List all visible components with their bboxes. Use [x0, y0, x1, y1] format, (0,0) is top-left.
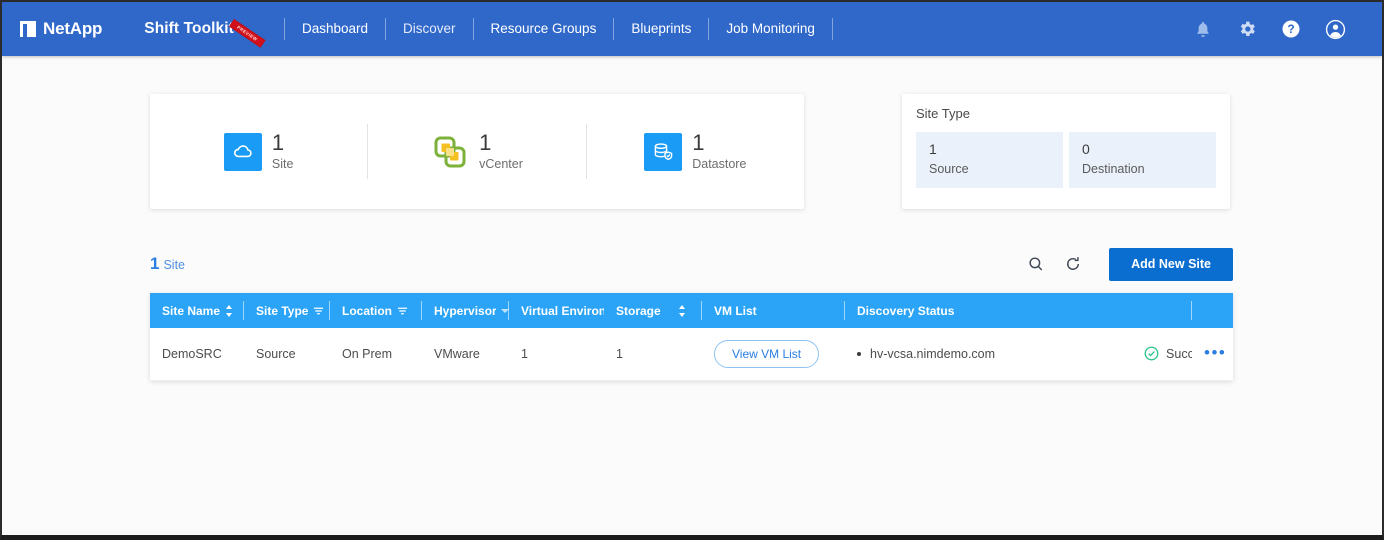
column-label-site-name: Site Name [162, 303, 221, 318]
site-type-destination-label: Destination [1082, 162, 1145, 176]
preview-ribbon-badge: PREVIEW [228, 18, 270, 48]
nav-link-discover[interactable]: Discover [386, 2, 473, 56]
site-type-source-box[interactable]: 1 Source [916, 132, 1063, 188]
nav-divider [831, 18, 833, 40]
cell-actions: ••• [1192, 328, 1233, 381]
refresh-icon[interactable] [1063, 254, 1083, 274]
app-title: Shift Toolkit [144, 20, 234, 37]
column-label-hypervisor: Hypervisor [434, 303, 496, 318]
site-type-boxes: 1 Source 0 Destination [916, 132, 1216, 188]
view-vm-list-button[interactable]: View VM List [714, 339, 820, 368]
summary-row: 1 Site 1 vCenter 1 Datastore Site Type 1… [2, 56, 1382, 209]
sort-icon[interactable] [225, 304, 233, 317]
column-label-site-type: Site Type [256, 303, 309, 318]
page-content: 1 Site 1 vCenter 1 Datastore Site Type 1… [2, 56, 1382, 535]
stat-site-label: Site [271, 157, 294, 171]
filter-icon[interactable] [397, 306, 408, 316]
netapp-logo[interactable]: NetApp [20, 19, 102, 39]
chevron-down-icon[interactable] [501, 308, 509, 314]
top-navigation-bar: NetApp Shift Toolkit PREVIEW Dashboard D… [2, 2, 1382, 56]
nav-action-icons: ? [1192, 18, 1346, 40]
nav-link-job-monitoring[interactable]: Job Monitoring [709, 2, 832, 56]
column-header-actions [1192, 293, 1233, 328]
bell-icon[interactable] [1192, 18, 1214, 40]
stat-vcenter-text: 1 vCenter [479, 130, 523, 172]
help-icon[interactable]: ? [1280, 18, 1302, 40]
stat-datastore-value: 1 [692, 130, 705, 155]
row-actions-menu-icon[interactable]: ••• [1204, 343, 1226, 362]
cell-storage: 1 [604, 328, 702, 381]
sites-table-section: 1 Site Add New Site Site Name Site Type … [150, 243, 1233, 381]
netapp-logo-text: NetApp [43, 19, 103, 38]
add-new-site-button[interactable]: Add New Site [1109, 247, 1233, 281]
user-account-icon[interactable] [1324, 18, 1346, 40]
site-type-source-label: Source [929, 162, 969, 176]
cell-virtual-environment: 1 [509, 328, 604, 381]
search-icon[interactable] [1026, 254, 1046, 274]
stat-site-value: 1 [271, 130, 285, 155]
column-header-location[interactable]: Location [330, 293, 422, 328]
cell-hypervisor: VMware [422, 328, 509, 381]
filter-icon[interactable] [313, 306, 324, 316]
vcenter-icon [431, 133, 469, 171]
nav-link-blueprints[interactable]: Blueprints [614, 2, 708, 56]
table-row[interactable]: DemoSRC Source On Prem VMware 1 1 View V… [150, 328, 1233, 381]
site-count-label: Site [163, 258, 186, 272]
sites-table: Site Name Site Type Location Hypervisor … [150, 293, 1233, 381]
datastore-icon [644, 132, 683, 171]
svg-text:?: ? [1287, 23, 1294, 36]
column-label-discovery-status: Discovery Status [857, 303, 955, 318]
sort-icon[interactable] [678, 304, 686, 317]
column-header-storage[interactable]: Storage [604, 293, 702, 328]
column-header-site-type[interactable]: Site Type [244, 293, 330, 328]
table-header-row: Site Name Site Type Location Hypervisor … [150, 293, 1233, 328]
bullet-icon [857, 351, 861, 356]
stat-datastore[interactable]: 1 Datastore [587, 132, 804, 171]
site-type-title: Site Type [916, 106, 970, 121]
stat-vcenter-label: vCenter [479, 157, 523, 171]
status-label: Success [1166, 346, 1192, 361]
site-type-source-value: 1 [929, 141, 937, 157]
summary-stats-card: 1 Site 1 vCenter 1 Datastore [150, 94, 804, 209]
column-header-virtual-environment[interactable]: Virtual Environ [509, 293, 604, 328]
site-count: 1 Site [150, 254, 185, 274]
cell-site-type: Source [244, 328, 330, 381]
table-toolbar: 1 Site Add New Site [150, 243, 1233, 285]
success-check-icon [1144, 346, 1159, 361]
site-type-destination-value: 0 [1082, 141, 1090, 157]
stat-datastore-text: 1 Datastore [692, 130, 747, 172]
nav-link-dashboard[interactable]: Dashboard [285, 2, 385, 56]
cell-vm-list: View VM List [702, 328, 845, 381]
column-label-storage: Storage [616, 303, 661, 318]
toolbar-actions: Add New Site [1026, 247, 1233, 281]
site-type-card: Site Type 1 Source 0 Destination [902, 94, 1230, 209]
nav-link-resource-groups[interactable]: Resource Groups [474, 2, 614, 56]
column-label-location: Location [342, 303, 392, 318]
site-count-value: 1 [150, 254, 160, 273]
netapp-mark-icon [20, 21, 36, 37]
stat-vcenter[interactable]: 1 vCenter [368, 132, 585, 171]
cloud-icon [223, 132, 262, 171]
stat-site[interactable]: 1 Site [150, 132, 367, 171]
nav-links: Dashboard Discover Resource Groups Bluep… [285, 2, 833, 56]
column-label-virtual-environment: Virtual Environ [521, 303, 604, 318]
preview-ribbon-label: PREVIEW [236, 24, 259, 43]
gear-icon[interactable] [1236, 18, 1258, 40]
column-header-hypervisor[interactable]: Hypervisor [422, 293, 509, 328]
column-header-vm-list[interactable]: VM List [702, 293, 845, 328]
app-window: NetApp Shift Toolkit PREVIEW Dashboard D… [0, 0, 1384, 540]
stat-datastore-label: Datastore [692, 157, 747, 171]
stat-site-text: 1 Site [271, 130, 294, 172]
cell-discovery-status: hv-vcsa.nimdemo.com Success [845, 328, 1192, 381]
discovery-host-name: hv-vcsa.nimdemo.com [870, 346, 996, 361]
cell-site-name[interactable]: DemoSRC [150, 328, 244, 381]
column-label-vm-list: VM List [714, 303, 757, 318]
app-title-block[interactable]: Shift Toolkit PREVIEW [144, 18, 270, 48]
stat-vcenter-value: 1 [479, 130, 492, 155]
site-type-destination-box[interactable]: 0 Destination [1069, 132, 1216, 188]
column-header-site-name[interactable]: Site Name [150, 293, 244, 328]
column-header-discovery-status[interactable]: Discovery Status [845, 293, 1192, 328]
cell-location: On Prem [330, 328, 422, 381]
